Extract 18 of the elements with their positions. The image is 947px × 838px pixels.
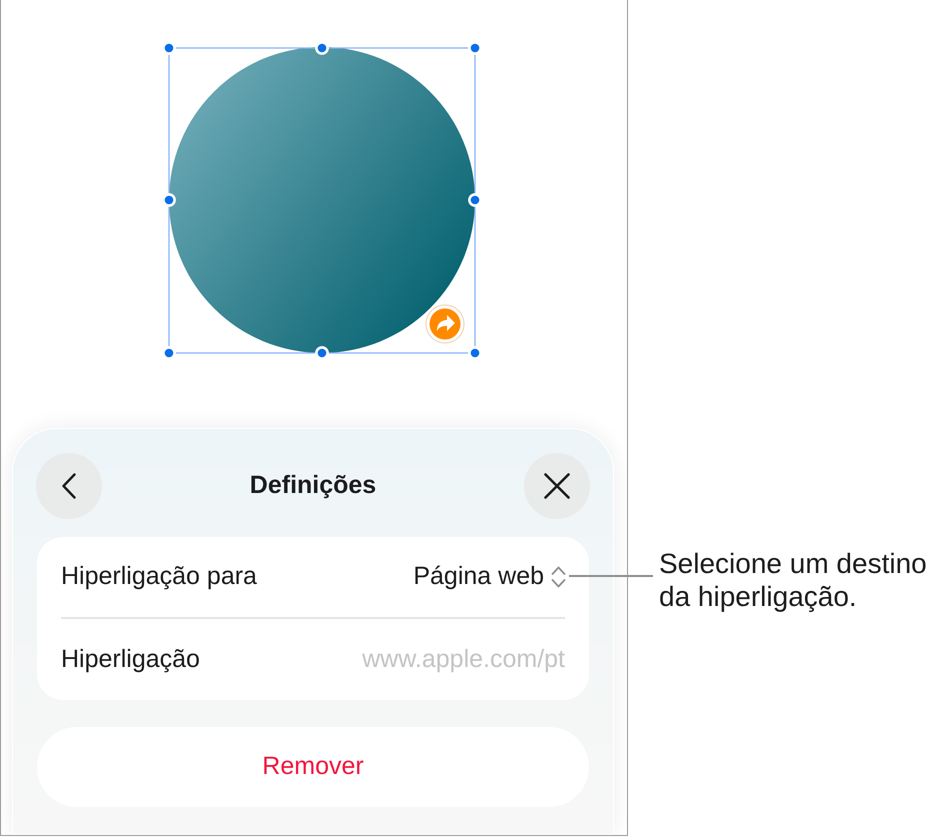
- chevron-up-down-icon: [551, 566, 566, 588]
- resize-handle[interactable]: [315, 41, 329, 55]
- resize-handle[interactable]: [162, 41, 176, 55]
- link-type-popup[interactable]: Página web: [413, 558, 566, 596]
- resize-handle[interactable]: [162, 193, 176, 207]
- resize-handle[interactable]: [162, 346, 176, 360]
- resize-handle[interactable]: [468, 41, 482, 55]
- resize-handle[interactable]: [468, 346, 482, 360]
- remove-button[interactable]: Remover: [37, 727, 589, 807]
- chevron-left-icon: [62, 473, 76, 499]
- link-field[interactable]: www.apple.com/pt: [220, 640, 565, 678]
- resize-handle[interactable]: [468, 193, 482, 207]
- callout-text: Selecione um destino da hiperligação.: [659, 547, 928, 613]
- row-label: Hiperligação: [61, 644, 200, 675]
- row-label: Hiperligação para: [61, 561, 257, 592]
- sheet-title: Definições: [248, 470, 378, 502]
- close-icon: [544, 473, 570, 499]
- resize-handle[interactable]: [315, 346, 329, 360]
